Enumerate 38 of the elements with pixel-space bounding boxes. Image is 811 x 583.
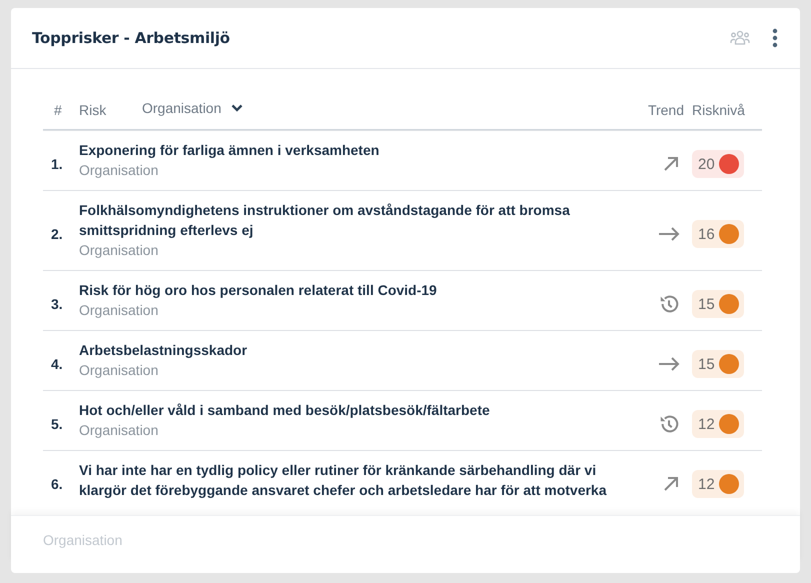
- column-header: Trend: [646, 102, 685, 118]
- risk-level-badge: 15: [692, 350, 744, 378]
- chevron-down-icon: [231, 104, 244, 112]
- card-title: Topprisker - Arbetsmiljö: [32, 29, 231, 47]
- arrow-right-icon: [658, 357, 680, 371]
- risk-level-badge: 15: [692, 290, 744, 318]
- row-number: 3.: [50, 295, 64, 312]
- risk-level-badge: 12: [692, 470, 744, 498]
- row-number: 5.: [50, 415, 64, 432]
- risk-title[interactable]: Arbetsbelastningsskador: [79, 340, 632, 360]
- organisation-filter-dropdown[interactable]: Organisation: [142, 100, 244, 116]
- column-header: Risknivå: [692, 102, 746, 118]
- organisation-label: Organisation: [79, 361, 160, 380]
- organisation-label: Organisation: [79, 241, 160, 260]
- footer-label: Organisation: [43, 532, 122, 548]
- risk-title[interactable]: Vi har inte har en tydlig policy eller rutiner för kränkande särbehandling där vi klargör det förebyggande ansvaret chefer och arbetsledare har för att motverka: [79, 460, 632, 500]
- arrow-up-right-icon: [662, 155, 680, 173]
- organisation-label: Organisation: [79, 161, 160, 180]
- risk-title[interactable]: Folkhälsomyndighetens instruktioner om avståndstagande för att bromsa smittspridning efterlevs ej: [79, 200, 632, 240]
- more-options-icon[interactable]: [772, 28, 778, 48]
- arrow-up-right-icon: [662, 475, 680, 493]
- column-header: #: [53, 102, 63, 118]
- row-number: 2.: [50, 225, 64, 242]
- history-icon: [658, 293, 680, 315]
- organisation-label: Organisation: [79, 421, 160, 440]
- row-number: 1.: [50, 155, 64, 172]
- row-number: 4.: [50, 355, 64, 372]
- risk-title[interactable]: Hot och/eller våld i samband med besök/platsbesök/fältarbete: [79, 400, 632, 420]
- column-header: Risk: [79, 102, 108, 118]
- arrow-right-icon: [658, 227, 680, 241]
- risk-level-badge: 20: [692, 150, 744, 178]
- risk-title[interactable]: Exponering för farliga ämnen i verksamheten: [79, 140, 632, 160]
- history-icon: [658, 413, 680, 435]
- organisation-label: Organisation: [79, 301, 160, 320]
- risk-level-badge: 12: [692, 410, 744, 438]
- row-number: 6.: [50, 475, 64, 492]
- risk-title[interactable]: Risk för hög oro hos personalen relaterat till Covid-19: [79, 280, 632, 300]
- risk-level-badge: 16: [692, 220, 744, 248]
